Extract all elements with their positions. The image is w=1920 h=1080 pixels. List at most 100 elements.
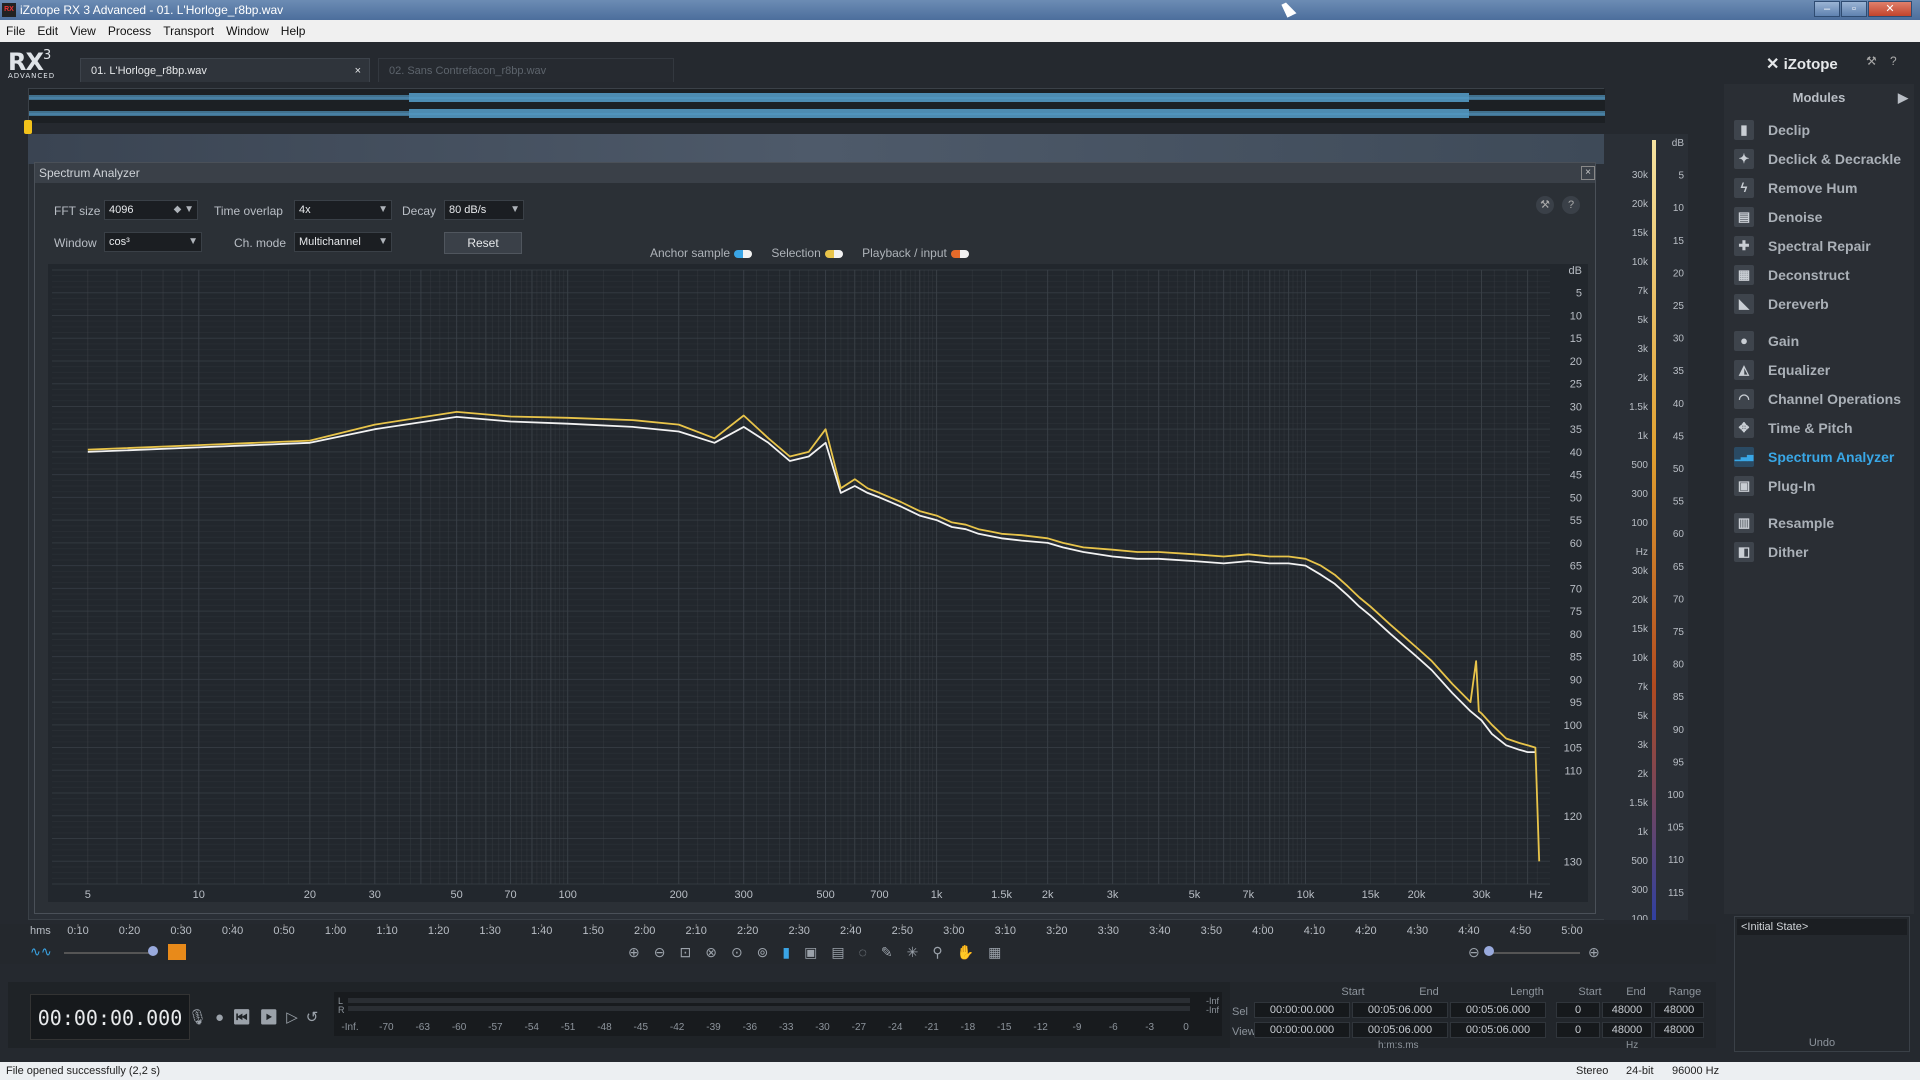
db-tick-label: 90: [1673, 725, 1685, 736]
sel-freq-range[interactable]: 48000: [1654, 1002, 1704, 1018]
zoom-time-icon[interactable]: ⊗: [705, 944, 731, 960]
module-channel-operations[interactable]: ◠ Channel Operations: [1734, 387, 1912, 411]
wrench-icon[interactable]: ⚒: [1536, 196, 1554, 214]
modules-header[interactable]: Modules ▶: [1724, 86, 1914, 110]
fft-size-label: FFT size: [54, 204, 101, 218]
module-declip[interactable]: ▮ Declip: [1734, 118, 1912, 142]
help-icon[interactable]: ?: [1562, 196, 1580, 214]
module-denoise[interactable]: ▤ Denoise: [1734, 205, 1912, 229]
zoom-slider-handle[interactable]: [1484, 946, 1494, 956]
record-icon[interactable]: ●: [215, 1009, 232, 1026]
menu-edit[interactable]: Edit: [31, 20, 64, 42]
spectrogram-view-icon[interactable]: [168, 944, 186, 960]
legend-anchor: Anchor sample: [650, 246, 731, 260]
channel-mode-select[interactable]: Multichannel ▼: [294, 232, 392, 252]
wrench-icon[interactable]: ⚒: [1866, 54, 1882, 70]
db-tick-label: dB: [1672, 138, 1685, 149]
waveform-view-icon[interactable]: ∿∿: [30, 944, 54, 960]
hand-icon[interactable]: ✋: [957, 944, 988, 960]
fft-size-select[interactable]: 4096 ◆ ▼: [104, 200, 198, 220]
hz-tick-label: 1.5k: [1629, 402, 1649, 413]
x-tick-label: 500: [816, 889, 834, 901]
module-remove-hum[interactable]: ϟ Remove Hum: [1734, 176, 1912, 200]
module-equalizer[interactable]: ◭ Equalizer: [1734, 358, 1912, 382]
view-length[interactable]: 00:05:06.000: [1450, 1022, 1546, 1038]
window-select[interactable]: cos³ ▼: [104, 232, 202, 252]
view-freq-start[interactable]: 0: [1556, 1022, 1600, 1038]
history-item[interactable]: <Initial State>: [1737, 919, 1907, 935]
microphone-icon[interactable]: 🎙: [188, 1009, 215, 1026]
close-analyzer-button[interactable]: ×: [1581, 166, 1595, 180]
module-gain[interactable]: ● Gain: [1734, 329, 1912, 353]
spectrum-plot[interactable]: 5 10 20 30 50 70 100 200 300 500 700 1k 1.5k 2k 3k 5k 7k…: [48, 264, 1588, 902]
module-spectral-repair[interactable]: ✚ Spectral Repair: [1734, 234, 1912, 258]
harmonic-icon[interactable]: ▦: [988, 944, 1015, 960]
sel-freq-start[interactable]: 0: [1556, 1002, 1600, 1018]
file-tab[interactable]: 02. Sans Contrefacon_r8bp.wav: [378, 58, 674, 82]
waveform-overview[interactable]: [28, 88, 1605, 123]
view-freq-range[interactable]: 48000: [1654, 1022, 1704, 1038]
y-tick-label: dB: [1569, 265, 1582, 277]
menu-view[interactable]: View: [64, 20, 102, 42]
playhead-marker[interactable]: [24, 120, 32, 134]
sel-length[interactable]: 00:05:06.000: [1450, 1002, 1546, 1018]
menu-process[interactable]: Process: [102, 20, 157, 42]
sel-end[interactable]: 00:05:06.000: [1352, 1002, 1448, 1018]
x-tick-label: 7k: [1243, 889, 1255, 901]
sel-freq-end[interactable]: 48000: [1602, 1002, 1652, 1018]
hz-tick-label: 300: [1631, 885, 1648, 896]
frequency-ruler[interactable]: dB 5 10 15 20 25 30 35 40 45 50 55 60 65 70 75 80 85 90 95 1…: [1604, 134, 1688, 925]
lasso-icon[interactable]: ◌: [859, 944, 881, 960]
zoom-in-icon[interactable]: ⊕: [628, 944, 654, 960]
izotope-logo: ✕ iZotope: [1766, 56, 1838, 73]
menu-transport[interactable]: Transport: [157, 20, 220, 42]
view-start[interactable]: 00:00:00.000: [1254, 1022, 1350, 1038]
reset-button[interactable]: Reset: [444, 232, 522, 254]
play-selection-icon[interactable]: ▷: [286, 1009, 306, 1026]
help-icon[interactable]: ?: [1890, 54, 1906, 70]
zoom-all-icon[interactable]: ⊚: [757, 944, 783, 960]
module-resample[interactable]: ▥ Resample: [1734, 511, 1912, 535]
zoom-slider[interactable]: [1490, 952, 1580, 954]
menu-window[interactable]: Window: [220, 20, 275, 42]
brush-icon[interactable]: ✎: [881, 944, 907, 960]
view-end[interactable]: 00:05:06.000: [1352, 1022, 1448, 1038]
magnify-icon[interactable]: ⚲: [932, 944, 956, 960]
zoom-in-icon[interactable]: ⊕: [1588, 944, 1600, 961]
decay-select[interactable]: 80 dB/s ▼: [444, 200, 524, 220]
slider-handle[interactable]: [148, 946, 158, 956]
zoom-freq-icon[interactable]: ⊙: [731, 944, 757, 960]
maximize-button[interactable]: ▫: [1841, 1, 1867, 17]
time-overlap-select[interactable]: 4x ▼: [294, 200, 392, 220]
menu-file[interactable]: File: [0, 20, 31, 42]
module-declick-decrackle[interactable]: ✦ Declick & Decrackle: [1734, 147, 1912, 171]
meter-scale-label: -51: [561, 1022, 576, 1033]
zoom-sel-icon[interactable]: ⊡: [679, 944, 705, 960]
meter-scale-label: -54: [525, 1022, 540, 1033]
close-window-button[interactable]: ✕: [1868, 1, 1912, 17]
module-plug-in[interactable]: ▣ Plug-In: [1734, 474, 1912, 498]
sel-start[interactable]: 00:00:00.000: [1254, 1002, 1350, 1018]
play-icon[interactable]: ▶: [259, 1009, 286, 1026]
module-dereverb[interactable]: ◣ Dereverb: [1734, 292, 1912, 316]
hz-tick-label: 2k: [1637, 769, 1649, 780]
zoom-out-icon[interactable]: ⊖: [1468, 944, 1480, 961]
module-time-pitch[interactable]: ✥ Time & Pitch: [1734, 416, 1912, 440]
module-spectrum-analyzer[interactable]: ▁▃▅ Spectrum Analyzer: [1734, 445, 1912, 469]
previous-icon[interactable]: ⏮: [232, 1009, 259, 1026]
module-dither[interactable]: ◧ Dither: [1734, 540, 1912, 564]
loop-icon[interactable]: ↺: [306, 1009, 327, 1026]
file-tab-active[interactable]: 01. L'Horloge_r8bp.wav ×: [80, 58, 370, 82]
rect-select-icon[interactable]: ▣: [804, 944, 831, 960]
magic-wand-icon[interactable]: ✳: [907, 944, 933, 960]
module-deconstruct[interactable]: ▦ Deconstruct: [1734, 263, 1912, 287]
close-tab-icon[interactable]: ×: [355, 59, 361, 83]
view-freq-end[interactable]: 48000: [1602, 1022, 1652, 1038]
menu-help[interactable]: Help: [275, 20, 312, 42]
resample-icon: ▥: [1734, 513, 1754, 533]
minimize-button[interactable]: –: [1814, 1, 1840, 17]
freq-select-icon[interactable]: ▤: [831, 944, 858, 960]
time-select-icon[interactable]: ▮: [782, 944, 804, 960]
opacity-slider[interactable]: [64, 952, 154, 954]
zoom-out-icon[interactable]: ⊖: [654, 944, 680, 960]
